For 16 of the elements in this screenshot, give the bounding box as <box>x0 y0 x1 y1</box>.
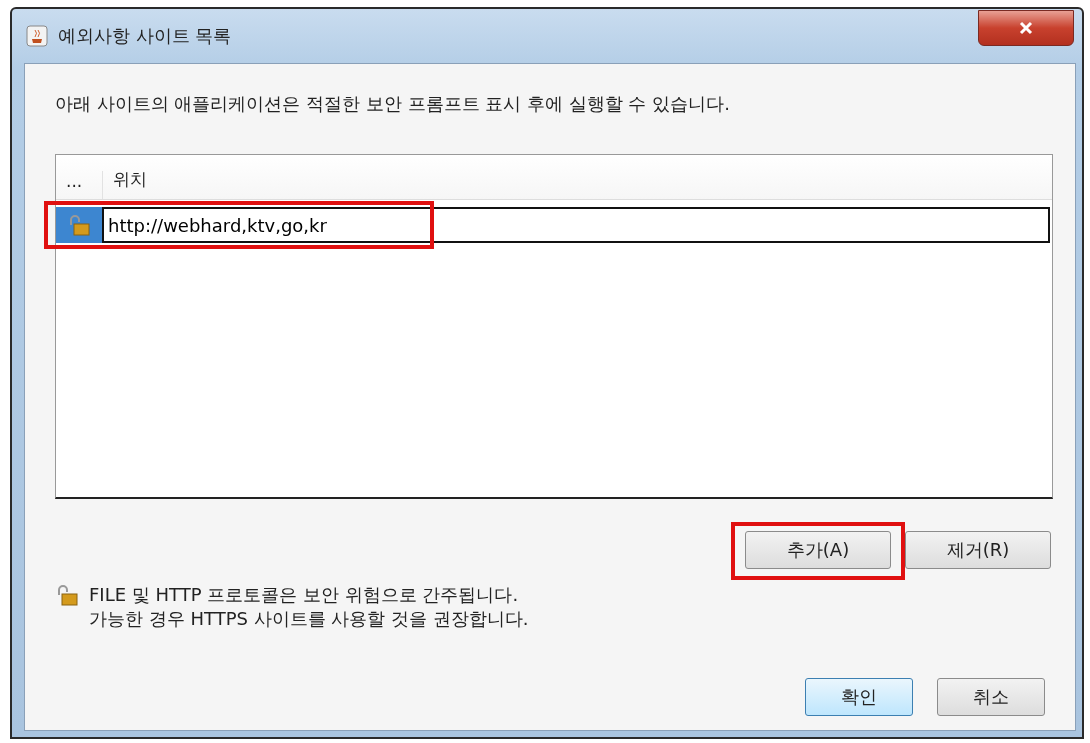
java-cup-icon <box>26 25 48 47</box>
padlock-icon <box>55 583 79 607</box>
window-title: 예외사항 사이트 목록 <box>58 24 233 48</box>
close-icon <box>1019 21 1033 35</box>
warning-text: FILE 및 HTTP 프로토콜은 보안 위험으로 간주됩니다. <box>89 583 520 607</box>
description-text: 아래 사이트의 애플리케이션은 적절한 보안 프롬프트 표시 후에 실행할 수 있습니다. <box>55 92 731 116</box>
warning-text: 가능한 경우 HTTPS 사이트를 사용할 것을 권장합니다. <box>89 607 529 631</box>
padlock-icon <box>67 213 91 237</box>
column-header[interactable]: 위치 <box>103 168 157 199</box>
dialog-button[interactable]: 취소 <box>937 678 1045 716</box>
list-button[interactable]: 추가(A) <box>745 531 891 569</box>
list-button[interactable]: 제거(R) <box>905 531 1051 569</box>
column-header[interactable]: ... <box>56 171 103 199</box>
location-field[interactable]: http://webhard,ktv,go,kr <box>102 207 1050 243</box>
close-button[interactable] <box>978 10 1074 46</box>
dialog-button[interactable]: 확인 <box>805 678 913 716</box>
